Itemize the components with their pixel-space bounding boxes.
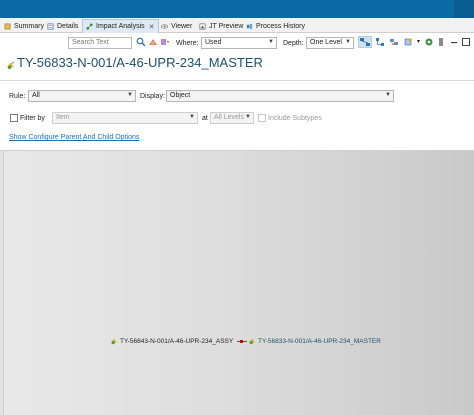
levels-value: All Levels bbox=[214, 114, 244, 121]
tab-summary-label: Summary bbox=[14, 22, 44, 30]
parent-node[interactable]: TY-56843-N-001/A-46-UPR-234_ASSY bbox=[110, 337, 233, 345]
tab-jt-preview-label: JT Preview bbox=[209, 22, 244, 30]
chevron-down-icon: ▼ bbox=[385, 92, 391, 98]
filter-by-checkbox[interactable] bbox=[10, 114, 18, 122]
search-icon[interactable] bbox=[136, 37, 146, 47]
tab-process-history[interactable]: Process History bbox=[243, 20, 308, 32]
rule-value: All bbox=[32, 92, 40, 99]
clear-search-icon[interactable] bbox=[148, 37, 158, 47]
parent-node-label: TY-56843-N-001/A-46-UPR-234_ASSY bbox=[120, 337, 234, 345]
settings-icon[interactable] bbox=[424, 37, 434, 47]
canvas-left-edge bbox=[0, 151, 4, 415]
tab-viewer-label: Viewer bbox=[171, 22, 193, 30]
tab-impact-analysis[interactable]: Impact Analysis ✕ bbox=[82, 19, 159, 33]
application-header-bar bbox=[0, 0, 474, 18]
chevron-down-icon[interactable]: ▾ bbox=[417, 38, 420, 45]
relation-connector bbox=[237, 340, 247, 343]
menu-icon[interactable] bbox=[436, 37, 446, 47]
child-node-label: TY-56833-N-001/A-46-UPR-234_MASTER bbox=[258, 337, 381, 345]
at-label: at bbox=[202, 115, 208, 122]
search-input[interactable]: Search Text bbox=[68, 37, 132, 49]
hierarchy-icon[interactable] bbox=[375, 37, 385, 47]
maximize-icon[interactable] bbox=[461, 37, 471, 47]
rule-label: Rule: bbox=[9, 93, 26, 100]
viewer-icon bbox=[161, 23, 168, 29]
where-select[interactable]: Used ▼ bbox=[201, 37, 277, 49]
minimize-icon[interactable] bbox=[449, 37, 459, 47]
chevron-down-icon: ▼ bbox=[345, 39, 351, 45]
display-value: Object bbox=[170, 92, 191, 99]
jt-preview-icon bbox=[199, 23, 206, 29]
display-select[interactable]: Object ▼ bbox=[166, 90, 394, 102]
chevron-down-icon: ▼ bbox=[268, 39, 274, 45]
rule-select[interactable]: All ▼ bbox=[28, 90, 136, 102]
header-bar-edge bbox=[454, 0, 474, 18]
filter-by-label: Filter by bbox=[20, 115, 45, 122]
depth-label: Depth: bbox=[283, 40, 304, 47]
tab-summary[interactable]: Summary bbox=[1, 20, 47, 32]
page-title: TY-56833-N-001/A-46-UPR-234_MASTER bbox=[17, 55, 263, 70]
include-subtypes-checkbox[interactable] bbox=[258, 114, 266, 122]
where-value: Used bbox=[205, 39, 222, 46]
where-label: Where: bbox=[176, 40, 199, 47]
impact-graph-canvas[interactable] bbox=[0, 150, 474, 415]
item-revision-icon bbox=[6, 61, 15, 70]
depth-value: One Level bbox=[310, 39, 342, 46]
impact-analysis-icon bbox=[86, 23, 93, 30]
tab-details[interactable]: Details bbox=[44, 20, 81, 32]
summary-icon bbox=[4, 23, 11, 29]
tab-details-label: Details bbox=[57, 22, 79, 30]
configure-options-link[interactable]: Show Configure Parent And Child Options bbox=[9, 134, 139, 141]
item-revision-icon bbox=[248, 338, 256, 345]
tab-impact-analysis-label: Impact Analysis bbox=[96, 23, 145, 30]
search-options-icon[interactable] bbox=[160, 37, 170, 47]
tab-process-history-label: Process History bbox=[256, 22, 306, 30]
include-subtypes-label: Include Subtypes bbox=[268, 115, 322, 122]
filter-type-select[interactable]: Item ▼ bbox=[52, 112, 198, 124]
header-divider bbox=[0, 80, 474, 81]
tab-viewer[interactable]: Viewer bbox=[158, 20, 195, 32]
tab-jt-preview[interactable]: JT Preview bbox=[196, 20, 247, 32]
export-icon[interactable] bbox=[404, 37, 414, 47]
chevron-down-icon: ▼ bbox=[245, 114, 251, 120]
tree-layout-icon[interactable] bbox=[358, 36, 372, 48]
levels-select[interactable]: All Levels ▼ bbox=[210, 112, 254, 124]
details-icon bbox=[47, 23, 54, 29]
view-tab-bar: Summary Details Impact Analysis ✕ Viewer… bbox=[0, 18, 474, 33]
depth-select[interactable]: One Level ▼ bbox=[306, 37, 354, 49]
chevron-down-icon: ▼ bbox=[189, 114, 195, 120]
filter-type-value: Item bbox=[56, 114, 70, 121]
structure-icon[interactable] bbox=[389, 37, 399, 47]
close-icon[interactable]: ✕ bbox=[149, 23, 155, 31]
connector-marker bbox=[240, 340, 243, 343]
display-label: Display: bbox=[140, 93, 165, 100]
process-history-icon bbox=[246, 23, 253, 29]
item-revision-icon bbox=[110, 338, 118, 345]
chevron-down-icon: ▼ bbox=[127, 92, 133, 98]
child-node[interactable]: TY-56833-N-001/A-46-UPR-234_MASTER bbox=[248, 337, 381, 345]
